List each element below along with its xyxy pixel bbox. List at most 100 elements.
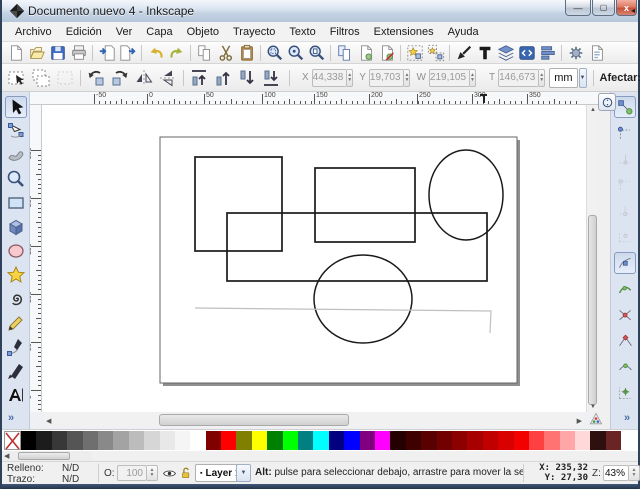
palette-swatch[interactable]: [529, 431, 544, 450]
snap-bbox-corners-button[interactable]: [614, 174, 636, 196]
box-3d-tool-button[interactable]: [5, 216, 27, 238]
opacity-spinner[interactable]: ▲▼: [147, 465, 158, 481]
snap-nodes-button[interactable]: [614, 252, 636, 274]
palette-swatch[interactable]: [129, 431, 144, 450]
snap-smooth-nodes-button[interactable]: [614, 356, 636, 378]
palette-swatch[interactable]: [452, 431, 467, 450]
palette-swatch[interactable]: [375, 431, 390, 450]
zoom-drawing-button[interactable]: [285, 43, 306, 63]
flip-vertical-button[interactable]: [156, 66, 180, 90]
palette-swatch[interactable]: [283, 431, 298, 450]
zoom-spinner[interactable]: ▲▼: [629, 465, 640, 481]
menu-archivo[interactable]: Archivo: [8, 23, 59, 41]
menu-edicion[interactable]: Edición: [59, 23, 109, 41]
rectangle-tool-button[interactable]: [5, 192, 27, 214]
fill-value[interactable]: N/D: [62, 463, 79, 474]
scroll-down-icon[interactable]: ▼: [588, 404, 598, 410]
select-all-layers-button[interactable]: [29, 66, 53, 90]
palette-swatch[interactable]: [206, 431, 221, 450]
snap-cusp-nodes-button[interactable]: [614, 330, 636, 352]
duplicate-button[interactable]: [334, 43, 355, 63]
palette-swatch[interactable]: [98, 431, 113, 450]
units-combo[interactable]: mm: [549, 68, 577, 88]
color-management-icon[interactable]: [588, 411, 604, 427]
palette-swatch[interactable]: [514, 431, 529, 450]
raise-button[interactable]: [211, 66, 235, 90]
w-spinner[interactable]: ▲▼: [470, 69, 476, 87]
undo-button[interactable]: [145, 43, 166, 63]
scroll-up-icon[interactable]: ▲: [588, 107, 598, 113]
zoom-page-button[interactable]: [306, 43, 327, 63]
horizontal-scrollbar[interactable]: ◀ ▶: [44, 413, 584, 427]
snap-bbox-edge-midpoints-button[interactable]: [614, 200, 636, 222]
palette-swatch[interactable]: [21, 431, 36, 450]
pencil-tool-button[interactable]: [5, 312, 27, 334]
import-button[interactable]: [96, 43, 117, 63]
group-objects-button[interactable]: [404, 43, 425, 63]
units-combo-arrow-icon[interactable]: ▼: [579, 68, 587, 88]
open-document-button[interactable]: [26, 43, 47, 63]
x-spinner[interactable]: ▲▼: [347, 69, 353, 87]
palette-swatch[interactable]: [437, 431, 452, 450]
menu-extensiones[interactable]: Extensiones: [367, 23, 441, 41]
palette-swatch[interactable]: [298, 431, 313, 450]
document-properties-button[interactable]: [586, 43, 607, 63]
palette-swatch[interactable]: [467, 431, 482, 450]
tweak-tool-button[interactable]: [5, 144, 27, 166]
menu-trayecto[interactable]: Trayecto: [226, 23, 282, 41]
palette-scroll-thumb[interactable]: [18, 452, 70, 460]
minimize-button[interactable]: —: [565, 0, 591, 16]
zoom-field[interactable]: 43%: [603, 465, 629, 481]
menu-filtros[interactable]: Filtros: [323, 23, 367, 41]
no-color-swatch[interactable]: [4, 431, 21, 450]
copy-button[interactable]: [194, 43, 215, 63]
cut-button[interactable]: [215, 43, 236, 63]
align-dialog-button[interactable]: [537, 43, 558, 63]
palette-swatch[interactable]: [67, 431, 82, 450]
layer-visibility-eye-icon[interactable]: [162, 466, 177, 481]
palette-scroll-arrow-icon[interactable]: ◂: [631, 6, 635, 15]
menu-objeto[interactable]: Objeto: [180, 23, 226, 41]
preferences-button[interactable]: [565, 43, 586, 63]
y-field[interactable]: 19,703: [369, 69, 405, 87]
rotate-cw-button[interactable]: [108, 66, 132, 90]
palette-swatch[interactable]: [236, 431, 251, 450]
xml-editor-button[interactable]: [516, 43, 537, 63]
menu-ayuda[interactable]: Ayuda: [441, 23, 486, 41]
palette-swatch[interactable]: [175, 431, 190, 450]
spiral-tool-button[interactable]: [5, 288, 27, 310]
zoom-tool-button[interactable]: [5, 168, 27, 190]
snap-path-intersections-button[interactable]: [614, 304, 636, 326]
palette-swatch[interactable]: [575, 431, 590, 450]
snap-bbox-button[interactable]: [614, 122, 636, 144]
zoom-selection-button[interactable]: [264, 43, 285, 63]
create-clone-button[interactable]: [355, 43, 376, 63]
text-tool-button[interactable]: [5, 384, 27, 406]
raise-to-top-button[interactable]: [187, 66, 211, 90]
deselect-button[interactable]: [53, 66, 77, 90]
select-all-button[interactable]: [5, 66, 29, 90]
rotate-ccw-button[interactable]: [84, 66, 108, 90]
x-field[interactable]: 44,338: [312, 69, 348, 87]
snap-bbox-centers-button[interactable]: [614, 226, 636, 248]
w-field[interactable]: 219,105: [429, 69, 470, 87]
ruler-corner-button[interactable]: [598, 93, 616, 111]
scroll-right-icon[interactable]: ▶: [577, 417, 582, 425]
horizontal-scroll-thumb[interactable]: [159, 414, 349, 426]
palette-swatch[interactable]: [606, 431, 621, 450]
vertical-scrollbar[interactable]: ▲ ▼: [586, 105, 598, 412]
ungroup-objects-button[interactable]: [425, 43, 446, 63]
ellipse-tool-button[interactable]: [5, 240, 27, 262]
snap-bbox-edges-button[interactable]: [614, 148, 636, 170]
palette-swatch[interactable]: [498, 431, 513, 450]
palette-swatch[interactable]: [83, 431, 98, 450]
flip-horizontal-button[interactable]: [132, 66, 156, 90]
layer-combo-arrow-icon[interactable]: ▼: [236, 464, 251, 482]
horizontal-ruler[interactable]: -50050100150200250300350: [30, 92, 598, 105]
vertical-scroll-thumb[interactable]: [588, 215, 597, 405]
y-spinner[interactable]: ▲▼: [404, 69, 410, 87]
palette-swatch[interactable]: [190, 431, 205, 450]
menu-capa[interactable]: Capa: [139, 23, 179, 41]
palette-swatch[interactable]: [344, 431, 359, 450]
print-button[interactable]: [68, 43, 89, 63]
